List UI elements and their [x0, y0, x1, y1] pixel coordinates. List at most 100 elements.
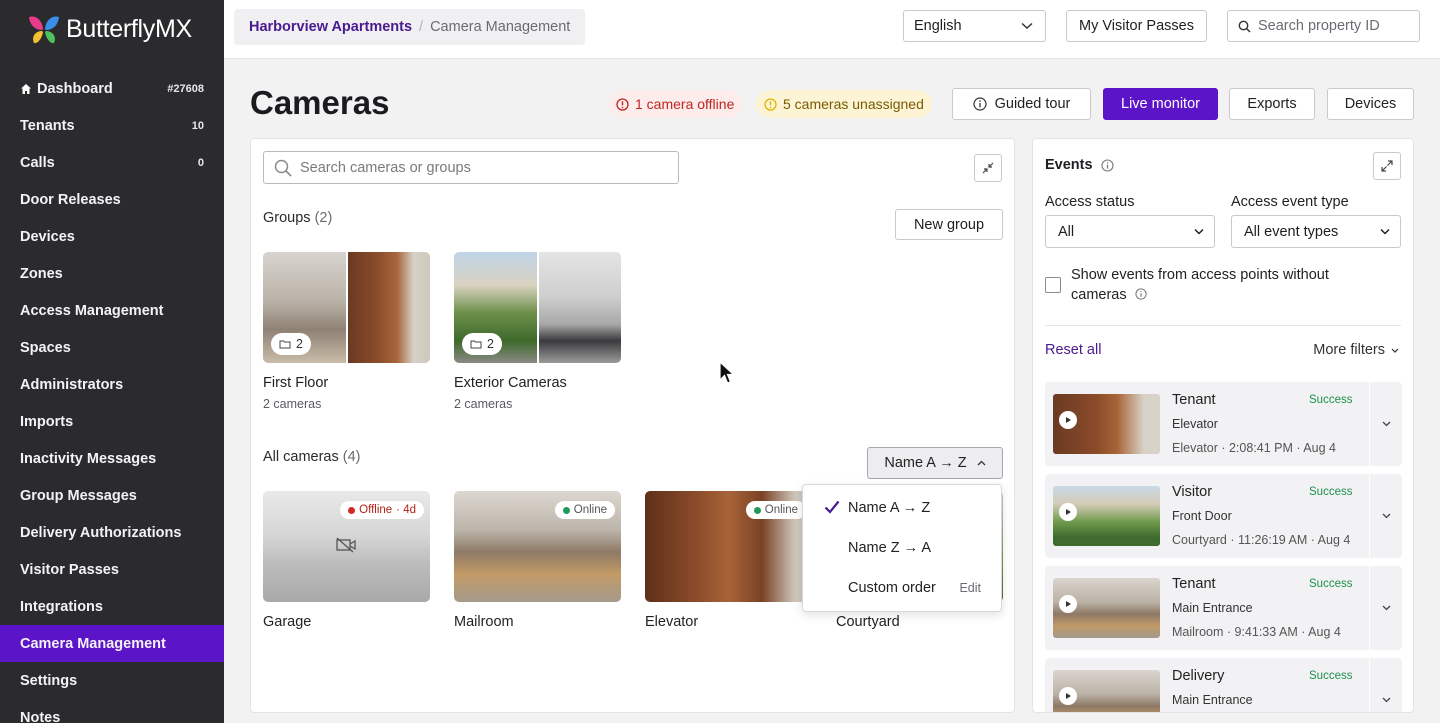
sidebar-item-label: Access Management: [20, 302, 164, 319]
camera-card-elevator[interactable]: Online Elevator: [645, 491, 812, 630]
group-camera-count: 2 cameras: [454, 397, 513, 411]
sidebar-item-imports[interactable]: Imports: [0, 403, 224, 440]
access-status-select[interactable]: All: [1045, 215, 1215, 248]
online-dot: [562, 506, 570, 514]
status-badge: Online: [554, 501, 615, 519]
sort-option-label: Name Z → A: [848, 540, 931, 556]
sidebar-item-administrators[interactable]: Administrators: [0, 366, 224, 403]
expand-event-button[interactable]: [1369, 474, 1402, 558]
sidebar-item-tenants[interactable]: Tenants 10: [0, 107, 224, 144]
info-icon[interactable]: [1101, 158, 1114, 172]
offline-alert[interactable]: 1 camera offline: [608, 90, 743, 118]
sort-option-name-asc[interactable]: Name A → Z: [803, 488, 1001, 528]
property-id-badge: #27608: [167, 82, 204, 95]
events-title: Events: [1045, 157, 1093, 173]
live-monitor-button[interactable]: Live monitor: [1103, 88, 1218, 120]
new-group-button[interactable]: New group: [895, 209, 1003, 240]
expand-event-button[interactable]: [1369, 658, 1402, 712]
edit-custom-order-link[interactable]: Edit: [959, 581, 981, 595]
more-filters-button[interactable]: More filters: [1313, 342, 1399, 358]
sidebar-item-label: Integrations: [20, 598, 103, 615]
property-search-input[interactable]: Search property ID: [1227, 10, 1420, 42]
access-status-value: All: [1058, 223, 1075, 240]
devices-button[interactable]: Devices: [1327, 88, 1414, 120]
sidebar-item-label: Inactivity Messages: [20, 450, 157, 467]
expand-event-button[interactable]: [1369, 566, 1402, 650]
group-camera-count-badge: 2: [271, 333, 311, 355]
breadcrumb-separator: /: [419, 19, 424, 35]
play-button[interactable]: [1059, 687, 1077, 705]
camera-card-garage[interactable]: Offline · 4d Garage: [263, 491, 430, 630]
event-item[interactable]: Tenant Success Main Entrance Mailroom · …: [1045, 566, 1402, 650]
sidebar-item-delivery-authorizations[interactable]: Delivery Authorizations: [0, 514, 224, 551]
event-access-point: Elevator: [1172, 417, 1218, 431]
sidebar-item-devices[interactable]: Devices: [0, 218, 224, 255]
event-actor: Tenant: [1172, 576, 1216, 592]
sort-option-custom-order[interactable]: Custom order Edit: [803, 568, 1001, 608]
sort-menu: Name A → Z Name Z → A Custom order Edit: [802, 484, 1002, 612]
sidebar-item-visitor-passes[interactable]: Visitor Passes: [0, 551, 224, 588]
camera-search-input[interactable]: Search cameras or groups: [263, 151, 679, 184]
event-type-label: Access event type: [1231, 194, 1349, 210]
divider: [1045, 325, 1401, 326]
group-camera-count-badge: 2: [462, 333, 502, 355]
group-thumbnails: 2: [454, 252, 621, 363]
expand-event-button[interactable]: [1369, 382, 1402, 466]
expand-button[interactable]: [1373, 152, 1401, 180]
reset-all-link[interactable]: Reset all: [1045, 342, 1101, 358]
sidebar-item-settings[interactable]: Settings: [0, 662, 224, 699]
play-button[interactable]: [1059, 595, 1077, 613]
play-icon: [1066, 601, 1071, 607]
sidebar-item-group-messages[interactable]: Group Messages: [0, 477, 224, 514]
sidebar-item-access-management[interactable]: Access Management: [0, 292, 224, 329]
sidebar-item-dashboard[interactable]: Dashboard #27608: [0, 70, 224, 107]
sort-dropdown-button[interactable]: Name A → Z: [867, 447, 1003, 479]
sidebar-item-label: Imports: [20, 413, 74, 430]
access-status-label: Access status: [1045, 194, 1135, 210]
group-card-exterior-cameras[interactable]: 2 Exterior Cameras 2 cameras: [454, 252, 621, 411]
all-cameras-heading: All cameras (4): [263, 449, 361, 465]
exports-button[interactable]: Exports: [1229, 88, 1315, 120]
unassigned-alert[interactable]: 5 cameras unassigned: [756, 90, 932, 118]
sidebar-item-calls[interactable]: Calls 0: [0, 144, 224, 181]
butterfly-logo-icon: [29, 16, 59, 43]
sidebar-item-camera-management[interactable]: Camera Management: [0, 625, 224, 662]
brand-logo[interactable]: ButterflyMX: [0, 0, 224, 59]
play-button[interactable]: [1059, 411, 1077, 429]
event-thumbnail: [1053, 486, 1160, 546]
show-events-checkbox-label: Show events from access points without c…: [1071, 265, 1371, 305]
sidebar-item-zones[interactable]: Zones: [0, 255, 224, 292]
chevron-down-icon: [1380, 228, 1390, 235]
my-visitor-passes-button[interactable]: My Visitor Passes: [1066, 10, 1207, 42]
groups-label: Groups: [263, 210, 311, 226]
sidebar-item-notes[interactable]: Notes: [0, 699, 224, 723]
show-events-without-cameras-checkbox[interactable]: [1045, 277, 1061, 293]
collapse-arrows-icon: [982, 162, 994, 174]
event-item[interactable]: Visitor Success Front Door Courtyard · 1…: [1045, 474, 1402, 558]
count-badge: 10: [191, 119, 204, 132]
sort-option-name-desc[interactable]: Name Z → A: [803, 528, 1001, 568]
event-item[interactable]: Delivery Success Main Entrance: [1045, 658, 1402, 712]
expand-arrows-icon: [1381, 160, 1393, 172]
sidebar-item-spaces[interactable]: Spaces: [0, 329, 224, 366]
info-icon[interactable]: [1135, 288, 1147, 300]
breadcrumb-property-link[interactable]: Harborview Apartments: [249, 19, 412, 35]
guided-tour-label: Guided tour: [994, 96, 1071, 112]
collapse-button[interactable]: [974, 154, 1002, 182]
play-button[interactable]: [1059, 503, 1077, 521]
guided-tour-button[interactable]: Guided tour: [952, 88, 1091, 120]
language-select[interactable]: English: [903, 10, 1046, 42]
sidebar-item-inactivity-messages[interactable]: Inactivity Messages: [0, 440, 224, 477]
checkbox-label-text: Show events from access points without c…: [1071, 267, 1329, 303]
camera-card-mailroom[interactable]: Online Mailroom: [454, 491, 621, 630]
group-card-first-floor[interactable]: 2 First Floor 2 cameras: [263, 252, 430, 411]
event-type-select[interactable]: All event types: [1231, 215, 1401, 248]
event-item[interactable]: Tenant Success Elevator Elevator · 2:08:…: [1045, 382, 1402, 466]
event-meta: Mailroom · 9:41:33 AM · Aug 4: [1172, 625, 1341, 639]
event-access-point: Main Entrance: [1172, 693, 1253, 707]
all-cameras-count: (4): [342, 449, 361, 465]
group-name: First Floor: [263, 375, 329, 391]
sidebar-item-label: Devices: [20, 228, 75, 245]
sidebar-item-integrations[interactable]: Integrations: [0, 588, 224, 625]
sidebar-item-door-releases[interactable]: Door Releases: [0, 181, 224, 218]
